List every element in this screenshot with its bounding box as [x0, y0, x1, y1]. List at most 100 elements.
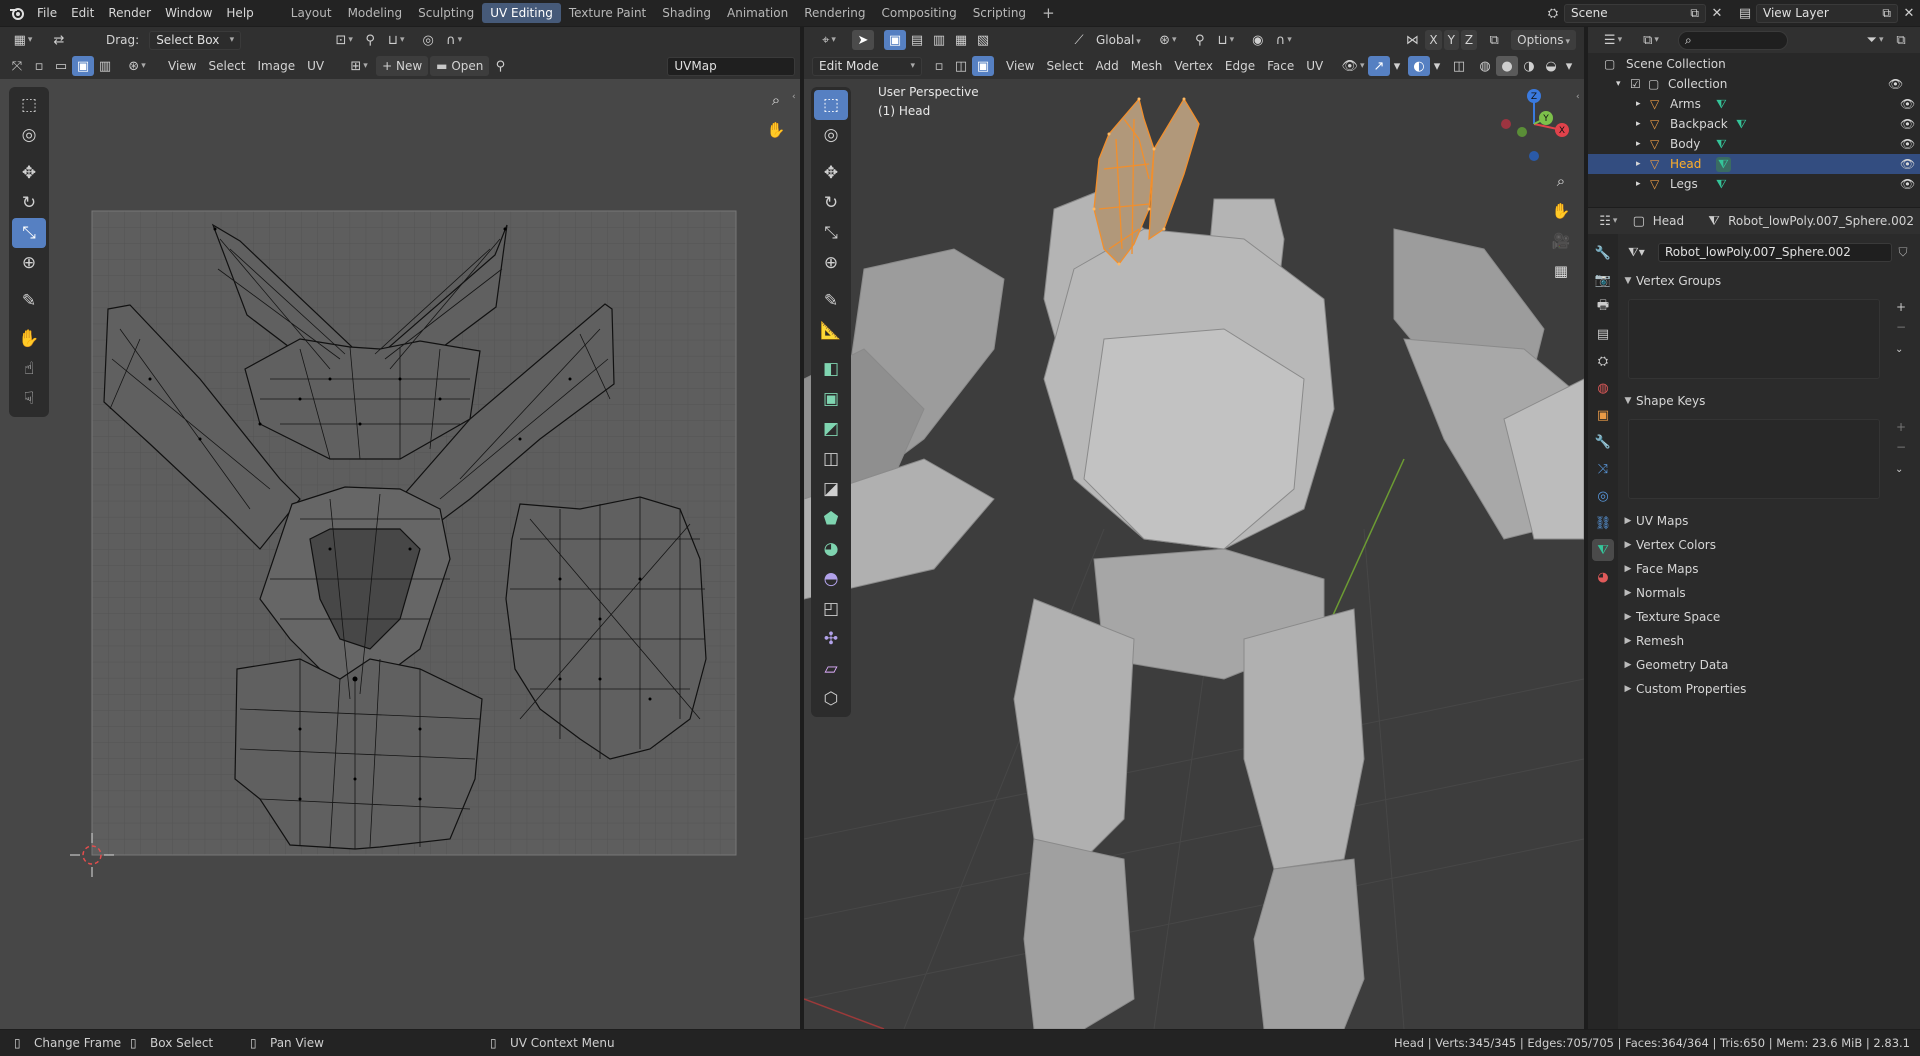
scene-icon[interactable]: ⛭: [1542, 3, 1564, 23]
material-shading-icon[interactable]: ◑: [1518, 56, 1540, 76]
view-layer-tab-icon[interactable]: ▤: [1592, 323, 1614, 345]
edge-mode-icon[interactable]: ◫: [950, 56, 972, 76]
scene-tab-icon[interactable]: ⛭: [1592, 350, 1614, 372]
vertex-groups-add-icon[interactable]: +: [1896, 300, 1906, 314]
navigation-gizmo[interactable]: Z X Y: [1494, 84, 1574, 164]
shading-dropdown-icon[interactable]: ▾: [1562, 56, 1576, 76]
vp-scale-tool-icon[interactable]: ⤡: [814, 218, 848, 248]
vp-zoom-icon[interactable]: ⌕: [1548, 168, 1574, 194]
outliner-object-backpack[interactable]: ▸ ▽ Backpack ⧨ 👁: [1588, 114, 1920, 134]
spin-tool-icon[interactable]: ◕: [814, 534, 848, 564]
mirror-icon[interactable]: ⋈: [1401, 30, 1423, 50]
shape-keys-specials-icon[interactable]: ⌄: [1895, 464, 1903, 475]
vertex-groups-specials-icon[interactable]: ⌄: [1895, 344, 1903, 355]
proportional-edit-icon[interactable]: ◎: [417, 30, 439, 50]
shape-keys-list[interactable]: [1628, 419, 1880, 499]
overlay-toggle-icon[interactable]: ◐: [1408, 56, 1430, 76]
knife-tool-icon[interactable]: ◪: [814, 474, 848, 504]
constraints-tab-icon[interactable]: ⛓: [1592, 512, 1614, 534]
edge-slide-tool-icon[interactable]: ◰: [814, 594, 848, 624]
vertex-groups-remove-icon[interactable]: −: [1896, 320, 1906, 334]
output-tab-icon[interactable]: 🖶: [1592, 296, 1614, 318]
uvmap-field[interactable]: UVMap: [667, 56, 796, 76]
gizmo-neg-x-icon[interactable]: [1501, 119, 1511, 129]
vp-measure-tool-icon[interactable]: 📐: [814, 316, 848, 346]
select-invert-icon[interactable]: ▦: [950, 30, 972, 50]
mesh-data-field[interactable]: Robot_lowPoly.007_Sphere.002: [1658, 242, 1892, 262]
panel-geometry-data[interactable]: ▶ Geometry Data: [1620, 654, 1918, 676]
vertex-groups-list[interactable]: [1628, 299, 1880, 379]
gizmo-dropdown-icon[interactable]: ▾: [1390, 56, 1404, 76]
edge-select-icon[interactable]: ▭: [50, 56, 72, 76]
outliner-type-icon[interactable]: ☰: [1596, 30, 1630, 50]
viewport-snap-type-icon[interactable]: ⊔: [1211, 30, 1241, 50]
new-view-layer-icon[interactable]: ⧉: [1882, 5, 1891, 22]
gizmo-toggle-icon[interactable]: ↗: [1368, 56, 1390, 76]
xray-icon[interactable]: ◫: [1448, 56, 1470, 76]
head-visibility-icon[interactable]: 👁: [1900, 157, 1915, 171]
smooth-tool-icon[interactable]: ◓: [814, 564, 848, 594]
vp-transform-tool-icon[interactable]: ⊕: [814, 248, 848, 278]
expand-head-icon[interactable]: ▸: [1636, 159, 1650, 169]
panel-uv-maps[interactable]: ▶ UV Maps: [1620, 510, 1918, 532]
panel-texture-space[interactable]: ▶ Texture Space: [1620, 606, 1918, 628]
uv-menu-image[interactable]: Image: [252, 56, 302, 76]
world-tab-icon[interactable]: ◍: [1592, 377, 1614, 399]
body-visibility-icon[interactable]: 👁: [1900, 137, 1915, 151]
tab-texture-paint[interactable]: Texture Paint: [561, 3, 654, 23]
uv-menu-uv[interactable]: UV: [301, 56, 330, 76]
menu-edit[interactable]: Edit: [64, 2, 101, 24]
expand-backpack-icon[interactable]: ▸: [1636, 119, 1650, 129]
vp-annotate-tool-icon[interactable]: ✎: [814, 286, 848, 316]
vp-rotate-tool-icon[interactable]: ↻: [814, 188, 848, 218]
vp-menu-select[interactable]: Select: [1040, 56, 1089, 76]
viewport-canvas[interactable]: [804, 79, 1584, 1029]
tab-sculpting[interactable]: Sculpting: [410, 3, 482, 23]
vp-menu-mesh[interactable]: Mesh: [1125, 56, 1169, 76]
visibility-icon[interactable]: 👁: [1338, 56, 1368, 76]
shrink-fatten-tool-icon[interactable]: ✣: [814, 624, 848, 654]
menu-render[interactable]: Render: [101, 2, 158, 24]
arms-visibility-icon[interactable]: 👁: [1900, 97, 1915, 111]
snap-icon[interactable]: ⚲: [359, 30, 381, 50]
uv-canvas[interactable]: [0, 79, 800, 1029]
axis-x-toggle[interactable]: X: [1425, 30, 1442, 50]
tab-scripting[interactable]: Scripting: [965, 3, 1034, 23]
render-tab-icon[interactable]: 📷: [1592, 269, 1614, 291]
face-mode-icon[interactable]: ▣: [972, 56, 994, 76]
collection-visibility-icon[interactable]: 👁: [1888, 77, 1903, 91]
viewport-editor-type-icon[interactable]: ⌖: [812, 30, 846, 50]
panel-vertex-colors[interactable]: ▶ Vertex Colors: [1620, 534, 1918, 556]
editor-type-icon[interactable]: ▦: [6, 30, 40, 50]
panel-shape-keys[interactable]: ▼ Shape Keys: [1620, 390, 1918, 412]
outliner-object-body[interactable]: ▸ ▽ Body ⧨ 👁: [1588, 134, 1920, 154]
tab-layout[interactable]: Layout: [283, 3, 340, 23]
tab-uv-editing[interactable]: UV Editing: [482, 3, 561, 23]
tab-animation[interactable]: Animation: [719, 3, 796, 23]
loop-cut-tool-icon[interactable]: ◫: [814, 444, 848, 474]
uv-menu-view[interactable]: View: [162, 56, 202, 76]
open-image-button[interactable]: ▬ Open: [430, 56, 490, 76]
solid-shading-icon[interactable]: ●: [1496, 56, 1518, 76]
select-extend-icon[interactable]: ▤: [906, 30, 928, 50]
shear-tool-icon[interactable]: ▱: [814, 654, 848, 684]
collection-expand-icon[interactable]: ▾: [1616, 79, 1630, 89]
panel-normals[interactable]: ▶ Normals: [1620, 582, 1918, 604]
fake-user-icon[interactable]: ⛉: [1892, 245, 1914, 260]
vertex-select-icon[interactable]: ▫: [28, 56, 50, 76]
rendered-shading-icon[interactable]: ◒: [1540, 56, 1562, 76]
orientation-icon[interactable]: ⟋: [1068, 30, 1090, 50]
viewport-falloff-icon[interactable]: ∩: [1269, 30, 1299, 50]
menu-help[interactable]: Help: [219, 2, 260, 24]
tool-tab-icon[interactable]: 🔧: [1592, 242, 1614, 264]
auto-merge-icon[interactable]: ⧉: [1483, 30, 1505, 50]
face-select-icon[interactable]: ▣: [72, 56, 94, 76]
panel-vertex-groups[interactable]: ▼ Vertex Groups: [1620, 270, 1918, 292]
tab-modeling[interactable]: Modeling: [340, 3, 411, 23]
viewport-proportional-icon[interactable]: ◉: [1247, 30, 1269, 50]
inset-tool-icon[interactable]: ▣: [814, 384, 848, 414]
view-layer-field[interactable]: View Layer ⧉: [1756, 3, 1898, 23]
blender-logo-icon[interactable]: [4, 3, 30, 23]
rip-tool-icon[interactable]: ⬡: [814, 684, 848, 714]
object-tab-icon[interactable]: ▣: [1592, 404, 1614, 426]
